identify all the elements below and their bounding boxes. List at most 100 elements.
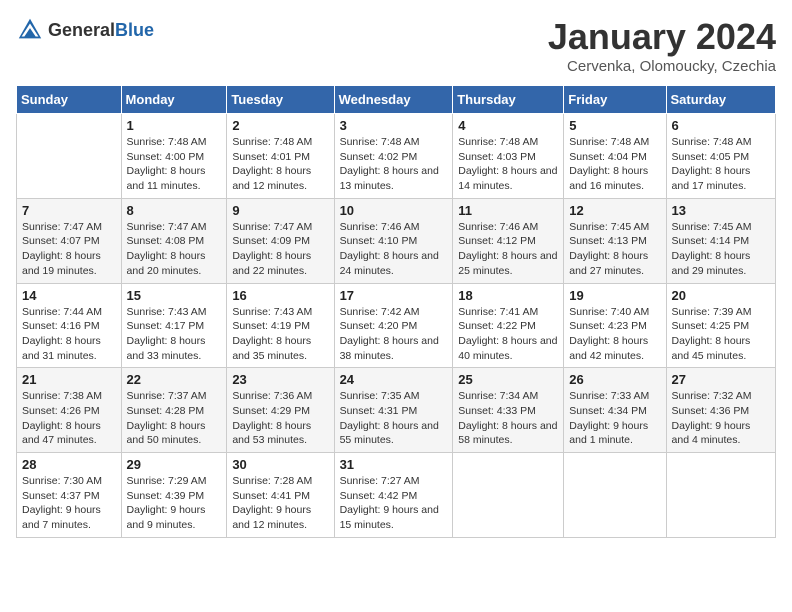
day-number: 18 [458,288,558,303]
calendar-cell: 31 Sunrise: 7:27 AMSunset: 4:42 PMDayligh… [334,453,453,538]
day-info: Sunrise: 7:36 AMSunset: 4:29 PMDaylight:… [232,389,328,448]
day-info: Sunrise: 7:38 AMSunset: 4:26 PMDaylight:… [22,389,116,448]
day-info: Sunrise: 7:45 AMSunset: 4:14 PMDaylight:… [672,220,770,279]
calendar-cell [564,453,666,538]
day-info: Sunrise: 7:30 AMSunset: 4:37 PMDaylight:… [22,474,116,533]
day-number: 13 [672,203,770,218]
day-number: 30 [232,457,328,472]
calendar-cell: 26 Sunrise: 7:33 AMSunset: 4:34 PMDayligh… [564,368,666,453]
calendar-cell: 21Sunrise: 7:38 AMSunset: 4:26 PMDayligh… [17,368,122,453]
location-title: Cervenka, Olomoucky, Czechia [548,58,776,75]
day-number: 3 [340,118,448,133]
calendar-cell: 18 Sunrise: 7:41 AMSunset: 4:22 PMDayligh… [453,283,564,368]
day-info: Sunrise: 7:29 AMSunset: 4:39 PMDaylight:… [127,474,222,533]
calendar-cell: 15 Sunrise: 7:43 AMSunset: 4:17 PMDayligh… [121,283,227,368]
calendar-cell [17,114,122,199]
calendar-cell: 4 Sunrise: 7:48 AMSunset: 4:03 PMDaylight… [453,114,564,199]
calendar-cell: 6Sunrise: 7:48 AMSunset: 4:05 PMDaylight… [666,114,775,199]
title-area: January 2024 Cervenka, Olomoucky, Czechi… [548,16,776,75]
day-info: Sunrise: 7:37 AMSunset: 4:28 PMDaylight:… [127,389,222,448]
day-number: 14 [22,288,116,303]
day-number: 11 [458,203,558,218]
day-info: Sunrise: 7:43 AMSunset: 4:17 PMDaylight:… [127,305,222,364]
day-info: Sunrise: 7:46 AMSunset: 4:10 PMDaylight:… [340,220,448,279]
calendar-cell: 28 Sunrise: 7:30 AMSunset: 4:37 PMDayligh… [17,453,122,538]
day-number: 16 [232,288,328,303]
weekday-header-row: SundayMondayTuesdayWednesdayThursdayFrid… [17,86,776,114]
day-number: 2 [232,118,328,133]
day-number: 17 [340,288,448,303]
day-number: 9 [232,203,328,218]
logo-blue: Blue [115,20,154,40]
day-number: 4 [458,118,558,133]
day-info: Sunrise: 7:48 AMSunset: 4:01 PMDaylight:… [232,135,328,194]
day-info: Sunrise: 7:43 AMSunset: 4:19 PMDaylight:… [232,305,328,364]
calendar-cell: 16 Sunrise: 7:43 AMSunset: 4:19 PMDayligh… [227,283,334,368]
calendar-week-3: 14 Sunrise: 7:44 AMSunset: 4:16 PMDayligh… [17,283,776,368]
calendar-cell [453,453,564,538]
day-info: Sunrise: 7:46 AMSunset: 4:12 PMDaylight:… [458,220,558,279]
calendar-week-1: 1 Sunrise: 7:48 AMSunset: 4:00 PMDaylight… [17,114,776,199]
weekday-header-wednesday: Wednesday [334,86,453,114]
day-info: Sunrise: 7:33 AMSunset: 4:34 PMDaylight:… [569,389,660,448]
day-info: Sunrise: 7:27 AMSunset: 4:42 PMDaylight:… [340,474,448,533]
day-number: 7 [22,203,116,218]
day-number: 22 [127,372,222,387]
calendar-cell: 8 Sunrise: 7:47 AMSunset: 4:08 PMDaylight… [121,198,227,283]
day-info: Sunrise: 7:47 AMSunset: 4:08 PMDaylight:… [127,220,222,279]
day-number: 1 [127,118,222,133]
weekday-header-tuesday: Tuesday [227,86,334,114]
calendar-cell: 3 Sunrise: 7:48 AMSunset: 4:02 PMDaylight… [334,114,453,199]
calendar-cell: 25Sunrise: 7:34 AMSunset: 4:33 PMDayligh… [453,368,564,453]
calendar-cell: 20Sunrise: 7:39 AMSunset: 4:25 PMDayligh… [666,283,775,368]
day-number: 31 [340,457,448,472]
calendar-table: SundayMondayTuesdayWednesdayThursdayFrid… [16,85,776,538]
day-info: Sunrise: 7:47 AMSunset: 4:07 PMDaylight:… [22,220,116,279]
calendar-cell: 10Sunrise: 7:46 AMSunset: 4:10 PMDayligh… [334,198,453,283]
weekday-header-sunday: Sunday [17,86,122,114]
calendar-cell: 2 Sunrise: 7:48 AMSunset: 4:01 PMDaylight… [227,114,334,199]
day-number: 26 [569,372,660,387]
day-info: Sunrise: 7:44 AMSunset: 4:16 PMDaylight:… [22,305,116,364]
day-number: 27 [672,372,770,387]
day-number: 20 [672,288,770,303]
day-number: 12 [569,203,660,218]
calendar-cell: 27Sunrise: 7:32 AMSunset: 4:36 PMDayligh… [666,368,775,453]
day-number: 5 [569,118,660,133]
day-info: Sunrise: 7:35 AMSunset: 4:31 PMDaylight:… [340,389,448,448]
calendar-cell: 17 Sunrise: 7:42 AMSunset: 4:20 PMDayligh… [334,283,453,368]
day-number: 15 [127,288,222,303]
day-number: 19 [569,288,660,303]
day-info: Sunrise: 7:48 AMSunset: 4:03 PMDaylight:… [458,135,558,194]
calendar-week-4: 21Sunrise: 7:38 AMSunset: 4:26 PMDayligh… [17,368,776,453]
calendar-cell: 7 Sunrise: 7:47 AMSunset: 4:07 PMDaylight… [17,198,122,283]
day-number: 8 [127,203,222,218]
calendar-week-2: 7 Sunrise: 7:47 AMSunset: 4:07 PMDaylight… [17,198,776,283]
calendar-week-5: 28 Sunrise: 7:30 AMSunset: 4:37 PMDayligh… [17,453,776,538]
day-info: Sunrise: 7:42 AMSunset: 4:20 PMDaylight:… [340,305,448,364]
weekday-header-saturday: Saturday [666,86,775,114]
calendar-cell: 9Sunrise: 7:47 AMSunset: 4:09 PMDaylight… [227,198,334,283]
day-info: Sunrise: 7:41 AMSunset: 4:22 PMDaylight:… [458,305,558,364]
calendar-cell: 12 Sunrise: 7:45 AMSunset: 4:13 PMDayligh… [564,198,666,283]
calendar-cell: 13 Sunrise: 7:45 AMSunset: 4:14 PMDayligh… [666,198,775,283]
weekday-header-monday: Monday [121,86,227,114]
calendar-cell: 14 Sunrise: 7:44 AMSunset: 4:16 PMDayligh… [17,283,122,368]
day-info: Sunrise: 7:28 AMSunset: 4:41 PMDaylight:… [232,474,328,533]
logo-general: General [48,20,115,40]
header: GeneralBlue January 2024 Cervenka, Olomo… [16,16,776,75]
day-info: Sunrise: 7:45 AMSunset: 4:13 PMDaylight:… [569,220,660,279]
weekday-header-friday: Friday [564,86,666,114]
day-number: 29 [127,457,222,472]
calendar-cell: 29 Sunrise: 7:29 AMSunset: 4:39 PMDayligh… [121,453,227,538]
day-number: 25 [458,372,558,387]
calendar-body: 1 Sunrise: 7:48 AMSunset: 4:00 PMDaylight… [17,114,776,538]
day-info: Sunrise: 7:48 AMSunset: 4:02 PMDaylight:… [340,135,448,194]
day-info: Sunrise: 7:48 AMSunset: 4:00 PMDaylight:… [127,135,222,194]
weekday-header-thursday: Thursday [453,86,564,114]
calendar-header: SundayMondayTuesdayWednesdayThursdayFrid… [17,86,776,114]
calendar-cell: 11 Sunrise: 7:46 AMSunset: 4:12 PMDayligh… [453,198,564,283]
calendar-cell: 5Sunrise: 7:48 AMSunset: 4:04 PMDaylight… [564,114,666,199]
day-number: 23 [232,372,328,387]
day-number: 28 [22,457,116,472]
